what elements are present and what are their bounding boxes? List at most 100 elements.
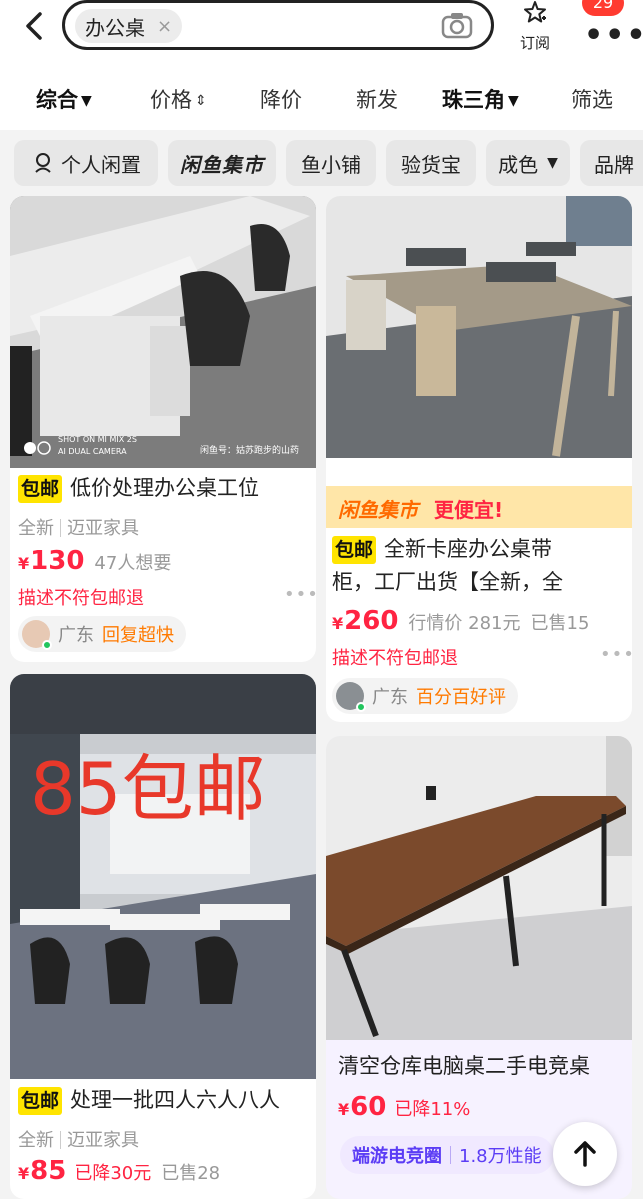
product-card[interactable]: 闲鱼集市 更便宜! 包邮 全新卡座办公桌带 柜，工厂出货【全新，全 ¥260 行情价… xyxy=(326,196,632,722)
price: ¥85 xyxy=(18,1156,66,1186)
chip-inspection[interactable]: 验货宝 xyxy=(386,140,476,186)
product-card[interactable]: SHOT ON MI MIX 2S AI DUAL CAMERA 闲鱼号：姑苏跑… xyxy=(10,196,316,662)
more-options-icon[interactable]: ••• xyxy=(600,644,632,665)
price-row: ¥260 行情价 281元 已售15 xyxy=(332,606,589,636)
chip-fish-shop[interactable]: 鱼小铺 xyxy=(286,140,376,186)
chip-personal-idle[interactable]: 个人闲置 xyxy=(14,140,158,186)
sort-label: 综合 xyxy=(36,88,78,112)
person-icon xyxy=(35,153,51,173)
community-tag[interactable]: 端游电竞圈 1.8万性能 xyxy=(340,1136,554,1174)
filter-chips: 个人闲置 闲鱼集市 鱼小铺 验货宝 成色 ▼ 品牌 xyxy=(0,130,643,194)
price-row: ¥85 已降30元 已售28 xyxy=(18,1156,220,1186)
photo-caption-2: AI DUAL CAMERA xyxy=(58,447,127,456)
product-title-line-2: 柜，工厂出货【全新，全 xyxy=(332,570,563,594)
price-value: 130 xyxy=(30,546,85,576)
price-drop: 已降11% xyxy=(394,1099,471,1120)
market-banner: 闲鱼集市 更便宜! xyxy=(326,486,632,528)
condition-text: 全新 xyxy=(18,1130,54,1151)
online-dot xyxy=(42,640,52,650)
divider xyxy=(60,519,61,537)
price: ¥130 xyxy=(18,546,84,576)
price-value: 260 xyxy=(344,606,399,636)
sort-label: 价格 xyxy=(150,88,192,112)
sort-tab-filter[interactable]: 筛选 xyxy=(571,84,613,114)
currency: ¥ xyxy=(332,614,344,633)
sort-tab-price-drop[interactable]: 降价 xyxy=(260,84,302,114)
chip-xianyu-market[interactable]: 闲鱼集市 xyxy=(168,140,276,186)
chevron-down-icon: ▼ xyxy=(81,93,92,109)
title-text: 全新卡座办公桌带 xyxy=(384,537,553,561)
notification-badge: 29 xyxy=(582,0,624,16)
photo-caption-1: SHOT ON MI MIX 2S xyxy=(58,435,137,444)
chip-label: 验货宝 xyxy=(401,152,461,177)
search-box[interactable]: 办公桌 × xyxy=(62,0,494,50)
product-photo: 85包邮 xyxy=(10,674,316,1079)
chip-label: 闲鱼集市 xyxy=(180,152,264,177)
more-menu[interactable]: 29 ••• xyxy=(580,0,643,56)
subscribe-icon xyxy=(524,1,546,23)
currency: ¥ xyxy=(18,554,30,573)
sort-tab-comprehensive[interactable]: 综合 ▼ xyxy=(36,84,92,114)
product-card[interactable]: 85包邮 包邮 处理一批四人六人八人 全新 迈亚家具 ¥85 已降30元 已售28 xyxy=(10,674,316,1199)
return-policy: 描述不符包邮退 xyxy=(332,648,458,669)
sort-label: 筛选 xyxy=(571,88,613,112)
price-row: ¥60 已降11% xyxy=(338,1092,470,1122)
seller-info[interactable]: 广东 回复超快 xyxy=(18,616,186,652)
want-count: 47人想要 xyxy=(94,553,172,574)
avatar xyxy=(336,682,366,712)
sort-bar: 综合 ▼ 价格 ⇕ 降价 新发 珠三角 ▼ 筛选 xyxy=(0,66,643,130)
product-photo: SHOT ON MI MIX 2S AI DUAL CAMERA 闲鱼号：姑苏跑… xyxy=(10,196,316,468)
sort-label: 降价 xyxy=(260,88,302,112)
sort-label: 新发 xyxy=(356,88,398,112)
title-text: 低价处理办公桌工位 xyxy=(70,476,260,500)
clear-query-icon[interactable]: × xyxy=(157,16,172,37)
back-icon[interactable] xyxy=(18,8,54,44)
free-shipping-tag: 包邮 xyxy=(18,475,63,503)
divider xyxy=(60,1131,61,1149)
chip-brand[interactable]: 品牌 xyxy=(580,140,643,186)
product-title: 清空仓库电脑桌二手电竞桌 xyxy=(338,1054,590,1078)
more-options-icon[interactable]: ••• xyxy=(284,584,316,605)
free-shipping-tag: 包邮 xyxy=(18,1087,63,1115)
camera-icon[interactable] xyxy=(441,11,473,39)
banner-text: 更便宜! xyxy=(434,498,504,522)
seller-info[interactable]: 广东 百分百好评 xyxy=(332,678,518,714)
banner-brand: 闲鱼集市 xyxy=(338,498,418,522)
subscribe-label: 订阅 xyxy=(519,34,550,52)
more-dots-icon: ••• xyxy=(584,18,643,53)
shop-text: 迈亚家具 xyxy=(67,1130,139,1151)
scroll-top-button[interactable] xyxy=(553,1122,617,1186)
condition-text: 全新 xyxy=(18,518,54,539)
chip-condition[interactable]: 成色 ▼ xyxy=(486,140,570,186)
price: ¥260 xyxy=(332,606,398,636)
sort-tab-new[interactable]: 新发 xyxy=(356,84,398,114)
subscribe-button[interactable]: 订阅 xyxy=(510,0,560,56)
title-text: 处理一批四人六人八人 xyxy=(70,1088,281,1112)
sold-count: 已售28 xyxy=(161,1163,221,1184)
price-row: ¥130 47人想要 xyxy=(18,546,171,576)
community-desc: 1.8万性能 xyxy=(459,1146,542,1167)
divider xyxy=(450,1146,451,1164)
price-drop: 已降30元 xyxy=(74,1163,152,1184)
product-title: 包邮 全新卡座办公桌带 xyxy=(332,533,628,566)
product-meta: 全新 迈亚家具 xyxy=(18,514,139,540)
product-title: 包邮 处理一批四人六人八人 xyxy=(18,1084,314,1117)
product-meta: 全新 迈亚家具 xyxy=(18,1126,139,1152)
currency: ¥ xyxy=(338,1100,350,1119)
query-text: 办公桌 xyxy=(85,15,145,40)
query-chip[interactable]: 办公桌 × xyxy=(75,9,183,43)
price-value: 85 xyxy=(30,1156,67,1186)
price: ¥60 xyxy=(338,1092,386,1122)
avatar xyxy=(22,620,52,650)
community-name: 端游电竞圈 xyxy=(352,1146,442,1167)
region-text: 广东 xyxy=(372,687,408,708)
sort-tab-price[interactable]: 价格 ⇕ xyxy=(150,84,207,114)
chip-label: 鱼小铺 xyxy=(301,152,361,177)
chevron-down-icon: ▼ xyxy=(508,93,519,109)
shop-text: 迈亚家具 xyxy=(67,518,139,539)
photo-watermark: 闲鱼号：姑苏跑步的山药 xyxy=(200,444,299,456)
sold-count: 已售15 xyxy=(530,613,590,634)
product-photo xyxy=(326,736,632,1040)
sort-tab-region[interactable]: 珠三角 ▼ xyxy=(442,84,519,114)
handwritten-price: 85包邮 xyxy=(30,747,266,831)
